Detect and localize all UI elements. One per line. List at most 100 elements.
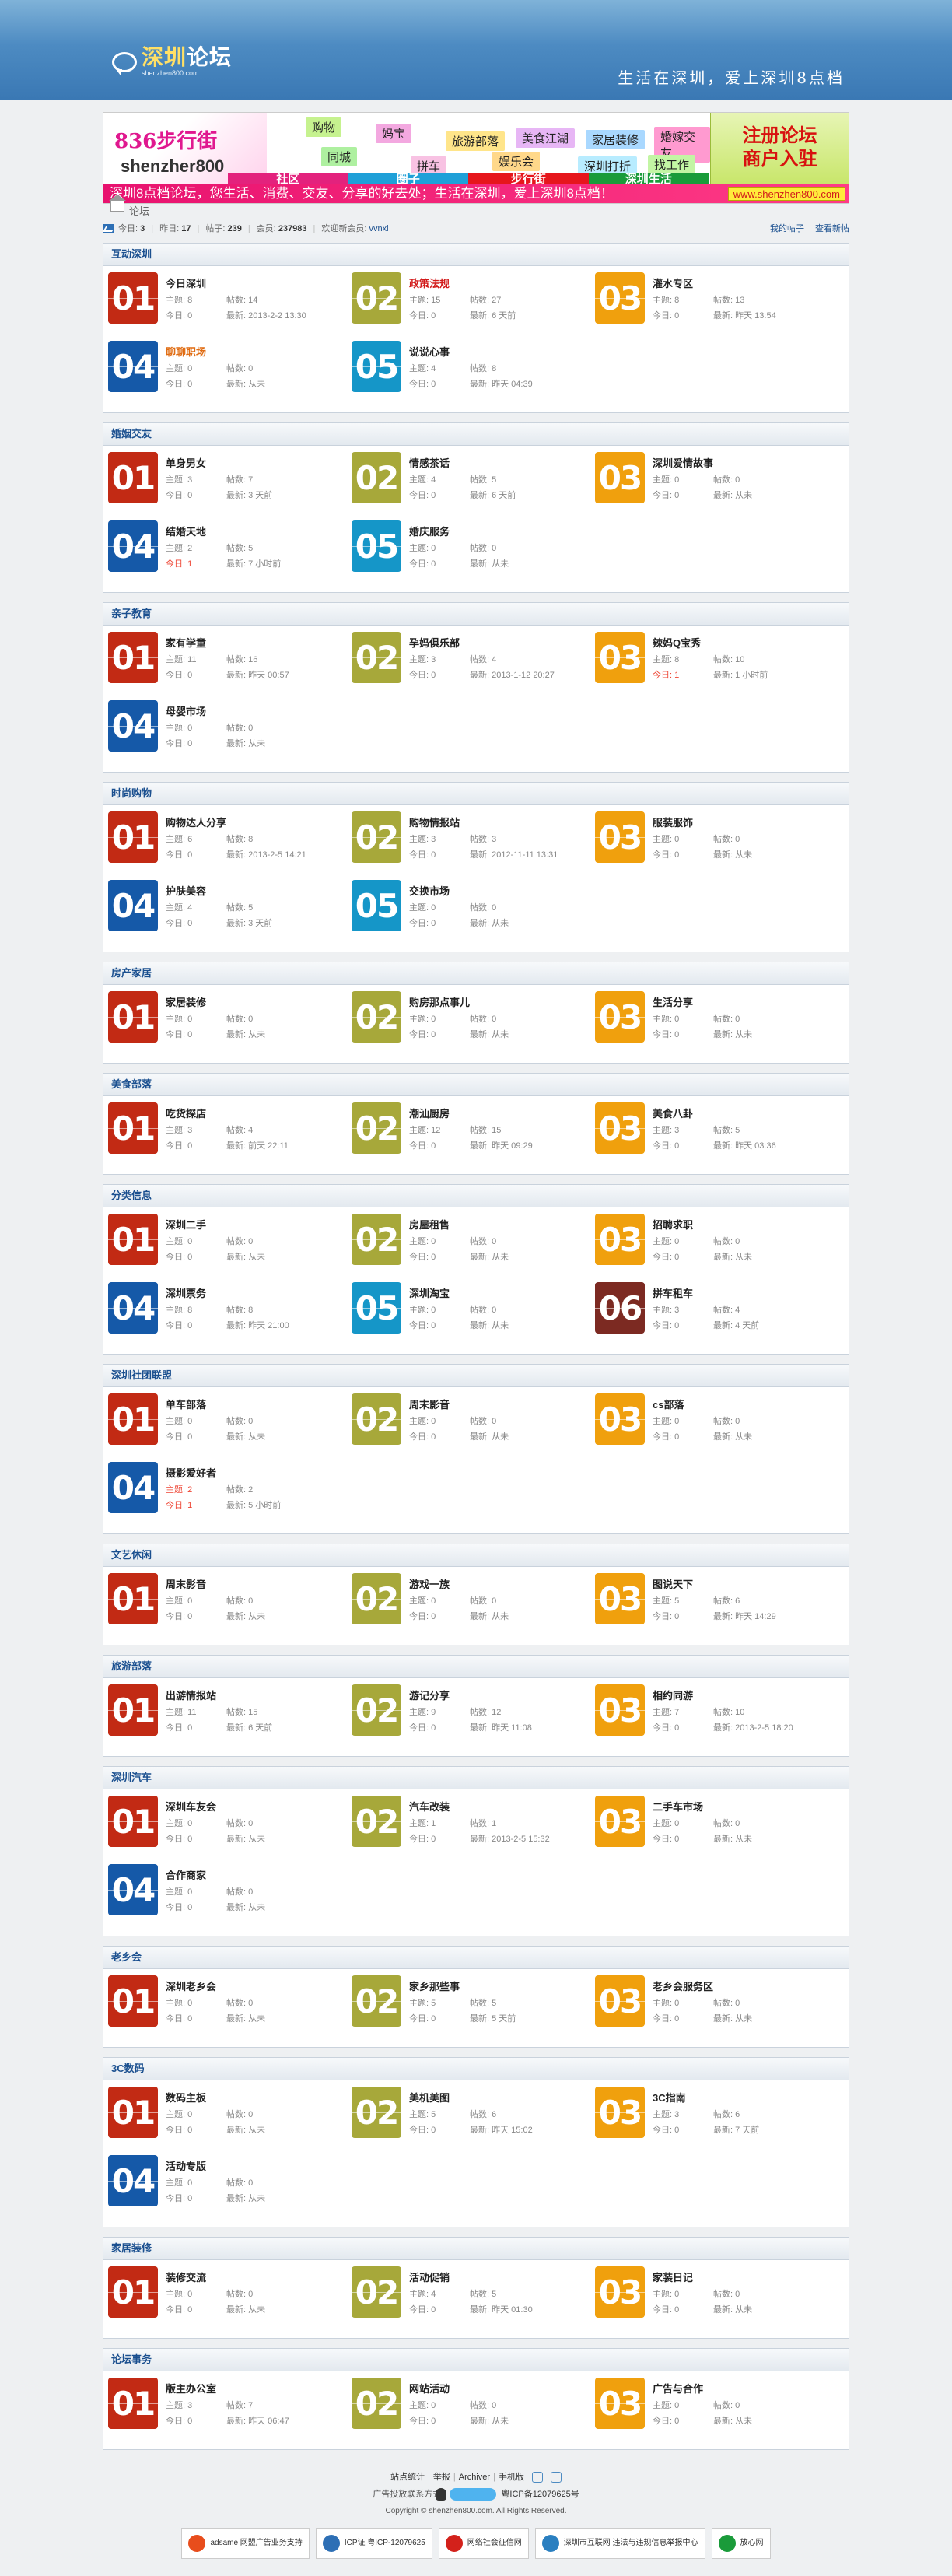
section-title[interactable]: 老乡会 bbox=[103, 1947, 849, 1969]
footer-badge[interactable]: 深圳市互联网 违法与违规信息举报中心 bbox=[534, 2528, 705, 2559]
forum-item[interactable]: 02 汽车改装 主题: 1 帖数: 1 今日: 0 最新: 2013-2-5 15:32 bbox=[347, 1796, 590, 1864]
section-title[interactable]: 时尚购物 bbox=[103, 783, 849, 805]
forum-number-icon[interactable]: 01 bbox=[108, 1975, 158, 2027]
section-title[interactable]: 论坛事务 bbox=[103, 2349, 849, 2371]
forum-item[interactable]: 04 护肤美容 主题: 4 帖数: 5 今日: 0 最新: 3 天前 bbox=[103, 880, 347, 948]
forum-name[interactable]: 游记分享 bbox=[409, 1689, 532, 1705]
forum-number-icon[interactable]: 04 bbox=[108, 1282, 158, 1334]
forum-number-icon[interactable]: 03 bbox=[595, 991, 645, 1043]
section-title[interactable]: 深圳汽车 bbox=[103, 1767, 849, 1789]
icp-link[interactable]: 粤ICP备12079625号 bbox=[501, 2490, 579, 2499]
forum-number-icon[interactable]: 03 bbox=[595, 452, 645, 503]
forum-name[interactable]: 购房那点事儿 bbox=[409, 996, 509, 1011]
forum-name[interactable]: 二手车市场 bbox=[653, 1800, 752, 1816]
forum-name[interactable]: 拼车租车 bbox=[653, 1287, 759, 1302]
forum-name[interactable]: 今日深圳 bbox=[166, 277, 306, 293]
forum-item[interactable]: 03 老乡会服务区 主题: 0 帖数: 0 今日: 0 最新: 从未 bbox=[590, 1975, 834, 2044]
banner-tag[interactable]: 家居装修 bbox=[586, 130, 646, 149]
forum-item[interactable]: 03 3C指南 主题: 3 帖数: 6 今日: 0 最新: 7 天前 bbox=[590, 2087, 834, 2155]
forum-name[interactable]: 说说心事 bbox=[409, 345, 533, 361]
forum-number-icon[interactable]: 03 bbox=[595, 1393, 645, 1445]
footer-link[interactable]: 举报 bbox=[433, 2469, 450, 2486]
forum-item[interactable]: 01 出游情报站 主题: 11 帖数: 15 今日: 0 最新: 6 天前 bbox=[103, 1684, 347, 1753]
forum-number-icon[interactable]: 02 bbox=[352, 2378, 401, 2429]
forum-number-icon[interactable]: 01 bbox=[108, 2266, 158, 2318]
forum-number-icon[interactable]: 03 bbox=[595, 811, 645, 863]
banner-tag[interactable]: 找工作 bbox=[648, 155, 696, 174]
forum-number-icon[interactable]: 03 bbox=[595, 1573, 645, 1624]
forum-item[interactable]: 01 版主办公室 主题: 3 帖数: 7 今日: 0 最新: 昨天 06:47 bbox=[103, 2378, 347, 2446]
forum-number-icon[interactable]: 03 bbox=[595, 1214, 645, 1265]
forum-name[interactable]: 政策法规 bbox=[409, 277, 516, 293]
forum-name[interactable]: 辣妈Q宝秀 bbox=[653, 636, 768, 652]
forum-number-icon[interactable]: 01 bbox=[108, 2087, 158, 2138]
forum-item[interactable]: 05 婚庆服务 主题: 0 帖数: 0 今日: 0 最新: 从未 bbox=[347, 520, 590, 589]
forum-item[interactable]: 02 购房那点事儿 主题: 0 帖数: 0 今日: 0 最新: 从未 bbox=[347, 991, 590, 1060]
forum-item[interactable]: 03 二手车市场 主题: 0 帖数: 0 今日: 0 最新: 从未 bbox=[590, 1796, 834, 1864]
forum-item[interactable]: 03 深圳爱情故事 主题: 0 帖数: 0 今日: 0 最新: 从未 bbox=[590, 452, 834, 520]
forum-number-icon[interactable]: 01 bbox=[108, 1102, 158, 1154]
section-title[interactable]: 旅游部落 bbox=[103, 1656, 849, 1678]
forum-number-icon[interactable]: 05 bbox=[352, 520, 401, 572]
forum-name[interactable]: 活动专版 bbox=[166, 2160, 265, 2175]
forum-item[interactable]: 03 招聘求职 主题: 0 帖数: 0 今日: 0 最新: 从未 bbox=[590, 1214, 834, 1282]
forum-name[interactable]: 护肤美容 bbox=[166, 885, 272, 900]
section-title[interactable]: 家居装修 bbox=[103, 2238, 849, 2260]
forum-item[interactable]: 01 今日深圳 主题: 8 帖数: 14 今日: 0 最新: 2013-2-2 13:30 bbox=[103, 272, 347, 341]
forum-number-icon[interactable]: 03 bbox=[595, 272, 645, 324]
forum-name[interactable]: 生活分享 bbox=[653, 996, 752, 1011]
forum-item[interactable]: 04 结婚天地 主题: 2 帖数: 5 今日: 1 最新: 7 小时前 bbox=[103, 520, 347, 589]
forum-number-icon[interactable]: 02 bbox=[352, 452, 401, 503]
forum-name[interactable]: 汽车改装 bbox=[409, 1800, 550, 1816]
forum-item[interactable]: 03 灌水专区 主题: 8 帖数: 13 今日: 0 最新: 昨天 13:54 bbox=[590, 272, 834, 341]
forum-item[interactable]: 01 家居装修 主题: 0 帖数: 0 今日: 0 最新: 从未 bbox=[103, 991, 347, 1060]
forum-name[interactable]: 单身男女 bbox=[166, 457, 272, 472]
footer-link[interactable]: 站点统计 bbox=[390, 2469, 425, 2486]
section-title[interactable]: 美食部落 bbox=[103, 1074, 849, 1096]
section-title[interactable]: 互动深圳 bbox=[103, 244, 849, 266]
forum-name[interactable]: 潮汕厨房 bbox=[409, 1107, 533, 1123]
section-title[interactable]: 3C数码 bbox=[103, 2058, 849, 2080]
forum-item[interactable]: 01 家有学童 主题: 11 帖数: 16 今日: 0 最新: 昨天 00:57 bbox=[103, 632, 347, 700]
forum-name[interactable]: 出游情报站 bbox=[166, 1689, 272, 1705]
forum-number-icon[interactable]: 03 bbox=[595, 632, 645, 683]
forum-number-icon[interactable]: 04 bbox=[108, 1864, 158, 1915]
forum-item[interactable]: 01 深圳车友会 主题: 0 帖数: 0 今日: 0 最新: 从未 bbox=[103, 1796, 347, 1864]
forum-name[interactable]: 老乡会服务区 bbox=[653, 1980, 752, 1996]
forum-item[interactable]: 04 摄影爱好者 主题: 2 帖数: 2 今日: 1 最新: 5 小时前 bbox=[103, 1462, 347, 1530]
site-logo[interactable]: 深圳论坛 shenzhen800.com bbox=[112, 47, 232, 77]
forum-number-icon[interactable]: 01 bbox=[108, 632, 158, 683]
forum-name[interactable]: 深圳票务 bbox=[166, 1287, 289, 1302]
forum-item[interactable]: 01 数码主板 主题: 0 帖数: 0 今日: 0 最新: 从未 bbox=[103, 2087, 347, 2155]
banner-tag[interactable]: 同城 bbox=[321, 147, 358, 166]
forum-item[interactable]: 03 广告与合作 主题: 0 帖数: 0 今日: 0 最新: 从未 bbox=[590, 2378, 834, 2446]
forum-item[interactable]: 04 母婴市场 主题: 0 帖数: 0 今日: 0 最新: 从未 bbox=[103, 700, 347, 769]
forum-number-icon[interactable]: 03 bbox=[595, 2378, 645, 2429]
forum-item[interactable]: 02 游戏一族 主题: 0 帖数: 0 今日: 0 最新: 从未 bbox=[347, 1573, 590, 1642]
forum-name[interactable]: 家乡那些事 bbox=[409, 1980, 516, 1996]
forum-name[interactable]: 家装日记 bbox=[653, 2271, 752, 2287]
section-title[interactable]: 分类信息 bbox=[103, 1185, 849, 1207]
forum-name[interactable]: 深圳车友会 bbox=[166, 1800, 265, 1816]
forum-name[interactable]: 服装服饰 bbox=[653, 816, 752, 832]
forum-item[interactable]: 03 相约同游 主题: 7 帖数: 10 今日: 0 最新: 2013-2-5 18:20 bbox=[590, 1684, 834, 1753]
footer-badge[interactable]: 放心网 bbox=[711, 2528, 771, 2559]
forum-item[interactable]: 01 单身男女 主题: 3 帖数: 7 今日: 0 最新: 3 天前 bbox=[103, 452, 347, 520]
forum-name[interactable]: 聊聊职场 bbox=[166, 345, 265, 361]
forum-name[interactable]: cs部落 bbox=[653, 1398, 752, 1414]
forum-name[interactable]: 3C指南 bbox=[653, 2091, 759, 2107]
forum-item[interactable]: 01 购物达人分享 主题: 6 帖数: 8 今日: 0 最新: 2013-2-5 14:2… bbox=[103, 811, 347, 880]
qq-icon[interactable] bbox=[436, 2488, 497, 2501]
banner-url[interactable]: www.shenzhen800.com bbox=[727, 187, 845, 201]
banner-tag[interactable]: 妈宝 bbox=[376, 124, 412, 143]
forum-item[interactable]: 02 购物情报站 主题: 3 帖数: 3 今日: 0 最新: 2012-11-11 13:… bbox=[347, 811, 590, 880]
forum-number-icon[interactable]: 04 bbox=[108, 1462, 158, 1513]
footer-badge[interactable]: adsame 网盟广告业务支持 bbox=[181, 2528, 310, 2559]
forum-item[interactable]: 04 深圳票务 主题: 8 帖数: 8 今日: 0 最新: 昨天 21:00 bbox=[103, 1282, 347, 1351]
forum-name[interactable]: 购物达人分享 bbox=[166, 816, 306, 832]
forum-name[interactable]: 购物情报站 bbox=[409, 816, 558, 832]
forum-name[interactable]: 广告与合作 bbox=[653, 2382, 752, 2398]
forum-name[interactable]: 家有学童 bbox=[166, 636, 289, 652]
forum-name[interactable]: 合作商家 bbox=[166, 1869, 265, 1884]
forum-name[interactable]: 数码主板 bbox=[166, 2091, 265, 2107]
